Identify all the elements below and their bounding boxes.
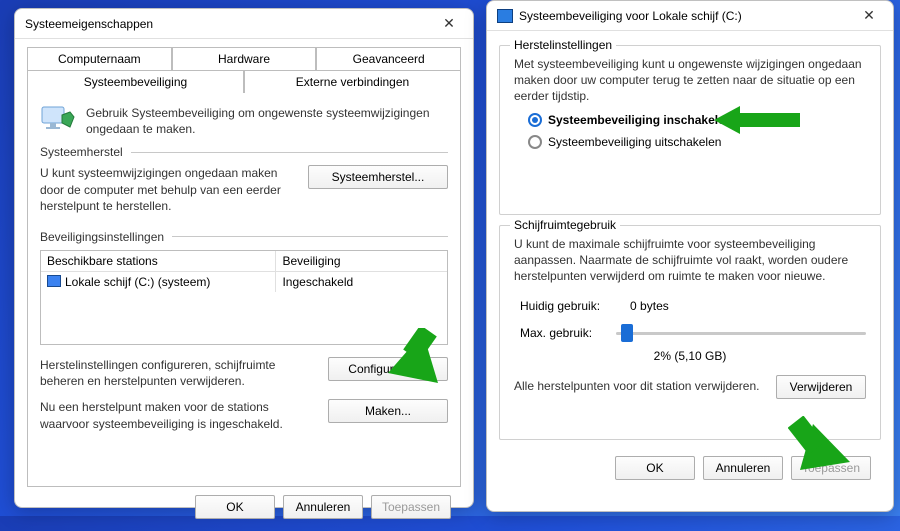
max-usage-slider[interactable] xyxy=(616,323,866,343)
delete-restore-points-description: Alle herstelpunten voor dit station verw… xyxy=(514,378,764,394)
drive-row-c[interactable]: Lokale schijf (C:) (systeem) Ingeschakel… xyxy=(41,272,447,292)
tab-computer-name[interactable]: Computernaam xyxy=(27,47,172,70)
system-restore-description: U kunt systeemwijzigingen ongedaan maken… xyxy=(40,165,292,214)
protection-shield-icon xyxy=(40,103,76,137)
radio-enable-protection[interactable]: Systeembeveiliging inschakelen xyxy=(528,113,866,127)
configure-description: Herstelinstellingen configureren, schijf… xyxy=(40,357,312,389)
tab-advanced[interactable]: Geavanceerd xyxy=(316,47,461,70)
tab-panel-protection: Gebruik Systeembeveiliging om ongewenste… xyxy=(27,92,461,487)
cancel-button[interactable]: Annuleren xyxy=(703,456,783,480)
current-usage-value: 0 bytes xyxy=(630,299,669,313)
drive-protection-status: Ingeschakeld xyxy=(276,272,447,292)
tab-hardware[interactable]: Hardware xyxy=(172,47,317,70)
radio-disable-label: Systeembeveiliging uitschakelen xyxy=(548,135,721,149)
protection-intro-text: Gebruik Systeembeveiliging om ongewenste… xyxy=(86,103,448,137)
radio-enable-label: Systeembeveiliging inschakelen xyxy=(548,113,732,127)
radio-disable-protection[interactable]: Systeembeveiliging uitschakelen xyxy=(528,135,866,149)
tab-remote[interactable]: Externe verbindingen xyxy=(244,70,461,93)
configure-button[interactable]: Configureren... xyxy=(328,357,448,381)
current-usage-label: Huidig gebruik: xyxy=(520,299,600,313)
ok-button[interactable]: OK xyxy=(195,495,275,519)
titlebar: Systeembeveiliging voor Lokale schijf (C… xyxy=(487,1,893,31)
tab-strip: Computernaam Hardware Geavanceerd Systee… xyxy=(27,47,461,487)
drive-icon xyxy=(47,275,61,287)
delete-button[interactable]: Verwijderen xyxy=(776,375,866,399)
protection-settings-legend: Beveiligingsinstellingen xyxy=(40,230,164,244)
ok-button[interactable]: OK xyxy=(615,456,695,480)
system-icon xyxy=(497,9,513,23)
drive-name: Lokale schijf (C:) (systeem) xyxy=(65,275,210,289)
system-protection-config-window: Systeembeveiliging voor Lokale schijf (C… xyxy=(486,0,894,512)
restore-settings-group: Herstelinstellingen Met systeembeveiligi… xyxy=(499,45,881,215)
create-description: Nu een herstelpunt maken voor de station… xyxy=(40,399,312,431)
cancel-button[interactable]: Annuleren xyxy=(283,495,363,519)
radio-off-icon xyxy=(528,135,542,149)
window-title: Systeembeveiliging voor Lokale schijf (C… xyxy=(519,9,855,23)
radio-on-icon xyxy=(528,113,542,127)
drives-list[interactable]: Beschikbare stations Beveiliging Lokale … xyxy=(40,250,448,345)
tab-system-protection[interactable]: Systeembeveiliging xyxy=(27,70,244,93)
disk-usage-group: Schijfruimtegebruik U kunt de maximale s… xyxy=(499,225,881,440)
close-icon[interactable]: ✕ xyxy=(435,14,463,34)
close-icon[interactable]: ✕ xyxy=(855,6,883,26)
max-usage-label: Max. gebruik: xyxy=(520,326,592,340)
create-restore-point-button[interactable]: Maken... xyxy=(328,399,448,423)
system-properties-window: Systeemeigenschappen ✕ Computernaam Hard… xyxy=(14,8,474,508)
column-header-stations: Beschikbare stations xyxy=(41,251,276,271)
restore-settings-legend: Herstelinstellingen xyxy=(510,38,616,52)
apply-button: Toepassen xyxy=(371,495,451,519)
window-title: Systeemeigenschappen xyxy=(25,17,435,31)
restore-settings-intro: Met systeembeveiliging kunt u ongewenste… xyxy=(514,56,866,105)
disk-usage-intro: U kunt de maximale schijfruimte voor sys… xyxy=(514,236,866,285)
column-header-protection: Beveiliging xyxy=(276,251,447,271)
titlebar: Systeemeigenschappen ✕ xyxy=(15,9,473,39)
apply-button: Toepassen xyxy=(791,456,871,480)
system-restore-button[interactable]: Systeemherstel... xyxy=(308,165,448,189)
max-usage-percent: 2% (5,10 GB) xyxy=(514,349,866,363)
disk-usage-legend: Schijfruimtegebruik xyxy=(510,218,620,232)
system-restore-legend: Systeemherstel xyxy=(40,145,123,159)
slider-thumb[interactable] xyxy=(621,324,633,342)
